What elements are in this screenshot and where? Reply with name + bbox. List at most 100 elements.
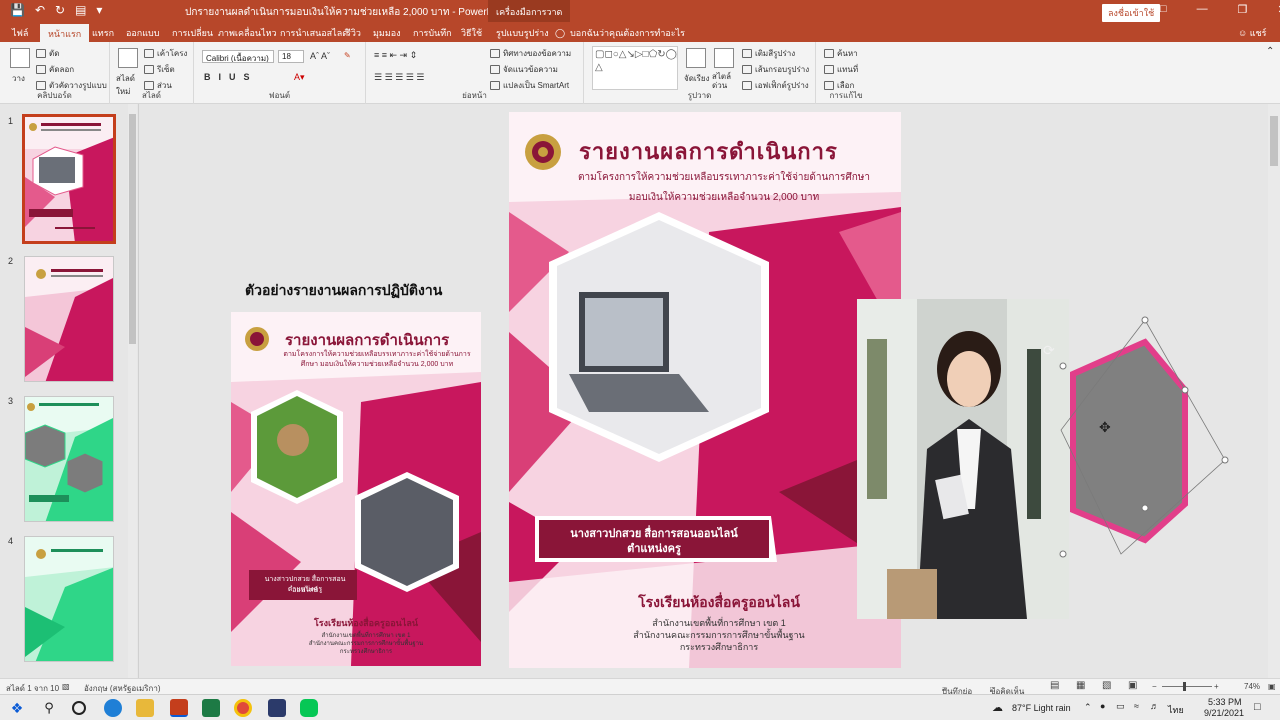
tab-view[interactable]: มุมมอง	[373, 26, 401, 40]
canvas-scroll-thumb[interactable]	[1270, 116, 1278, 166]
shape-outline-button[interactable]: เส้นกรอบรูปร่าง	[742, 63, 809, 76]
tab-design[interactable]: ออกแบบ	[126, 26, 160, 40]
quick-styles-label[interactable]: สไตล์ด่วน	[712, 72, 738, 90]
align-text-button[interactable]: จัดแนวข้อความ	[490, 63, 558, 76]
weather-text[interactable]: 87°F Light rain	[1012, 703, 1071, 713]
collapse-ribbon-icon[interactable]: ⌃	[1266, 46, 1274, 57]
new-slide-icon[interactable]	[118, 48, 138, 68]
microphone-icon[interactable]: ●	[1100, 701, 1105, 711]
sign-in-button[interactable]: ลงชื่อเข้าใช้	[1102, 4, 1161, 22]
maximize-icon[interactable]: ❐	[1238, 3, 1248, 16]
slide-thumbnail-1[interactable]	[22, 114, 116, 244]
zoom-level[interactable]: 74%	[1244, 682, 1260, 691]
tab-file[interactable]: ไฟล์	[12, 26, 28, 40]
canvas-scrollbar[interactable]	[1268, 104, 1280, 678]
rotate-handle-icon[interactable]: ⟳	[1043, 342, 1055, 359]
tab-review[interactable]: รีวิว	[346, 26, 361, 40]
tab-help[interactable]: วิธีใช้	[461, 26, 482, 40]
excel-icon[interactable]	[202, 699, 220, 717]
task-view-icon[interactable]	[72, 701, 86, 715]
main-title: รายงานผลการดำเนินการ	[579, 139, 838, 164]
thumbnail-scroll-thumb[interactable]	[129, 114, 136, 344]
save-icon[interactable]: 💾	[10, 3, 25, 17]
minimize-icon[interactable]: —	[1197, 3, 1208, 16]
cut-button[interactable]: ตัด	[36, 47, 59, 60]
find-button[interactable]: ค้นหา	[824, 47, 858, 60]
shapes-gallery[interactable]: ▢◻○△↘▷□⬠↻◯▶➔☆{}△	[592, 46, 678, 90]
slide-editing-canvas[interactable]: ตัวอย่างรายงานผลการปฏิบัติงาน รายงานผลกา…	[139, 104, 1268, 678]
app-icon[interactable]	[268, 699, 286, 717]
clock-time[interactable]: 5:33 PM	[1208, 697, 1242, 707]
spellcheck-icon[interactable]: ▧	[62, 682, 70, 691]
font-color-icon[interactable]: A▾	[294, 72, 305, 83]
zoom-out-button[interactable]: −	[1152, 682, 1157, 691]
file-explorer-icon[interactable]	[136, 699, 154, 717]
zoom-slider[interactable]	[1162, 686, 1212, 687]
selected-hexagon-shape[interactable]: ✥	[1039, 304, 1239, 564]
example-cover-image[interactable]: รายงานผลการดำเนินการ ตามโครงการให้ความช่…	[231, 312, 481, 666]
font-style-buttons[interactable]: BIUS	[204, 72, 258, 82]
align-buttons[interactable]: ☰ ☰ ☰ ☰ ☰	[374, 72, 424, 83]
text-direction-button[interactable]: ทิศทางของข้อความ	[490, 47, 571, 60]
slide-thumbnail-4[interactable]	[24, 536, 114, 662]
powerpoint-taskbar-icon[interactable]	[170, 699, 188, 717]
arrange-icon[interactable]	[686, 48, 706, 68]
view-normal-icon[interactable]: ▤	[1050, 680, 1059, 691]
clear-formatting-icon[interactable]: ✎	[344, 51, 351, 60]
volume-icon[interactable]: ♬	[1150, 701, 1159, 711]
notifications-icon[interactable]: □	[1254, 701, 1261, 713]
thumbnail-1-art	[25, 117, 113, 241]
start-icon[interactable]: ❖	[8, 699, 26, 717]
view-sorter-icon[interactable]: ▦	[1076, 680, 1085, 691]
person-icon: ☺	[1238, 28, 1248, 38]
font-size-combo[interactable]: 18	[278, 50, 304, 63]
grow-shrink-font-icon[interactable]: Aˆ Aˇ	[310, 51, 330, 61]
slide-thumbnail-2[interactable]	[24, 256, 114, 382]
tab-insert[interactable]: แทรก	[92, 26, 114, 40]
tab-home[interactable]: หน้าแรก	[40, 24, 90, 42]
tab-recording[interactable]: การบันทึก	[413, 26, 452, 40]
line-icon[interactable]	[300, 699, 318, 717]
present-icon[interactable]: ▤	[75, 3, 86, 17]
wifi-icon[interactable]: ≈	[1134, 701, 1139, 711]
font-name-combo[interactable]: Calibri (เนื้อความ)	[202, 50, 274, 63]
search-taskbar-icon[interactable]: ⚲	[40, 699, 58, 717]
quick-styles-icon[interactable]	[714, 48, 734, 68]
battery-icon[interactable]: ▭	[1116, 701, 1125, 712]
shape-fill-button[interactable]: เติมสีรูปร่าง	[742, 47, 795, 60]
layout-button[interactable]: เค้าโครง	[144, 47, 187, 60]
lightbulb-icon: ◯	[555, 28, 566, 38]
clock-date[interactable]: 9/21/2021	[1204, 708, 1244, 718]
tab-animations[interactable]: ภาพเคลื่อนไหว	[218, 26, 277, 40]
thumbnail-scrollbar[interactable]	[128, 104, 137, 678]
arrange-label[interactable]: จัดเรียง	[684, 72, 710, 85]
replace-button[interactable]: แทนที่	[824, 63, 858, 76]
zoom-slider-thumb[interactable]	[1183, 682, 1186, 691]
reset-button[interactable]: รีเซ็ต	[144, 63, 175, 76]
tab-transitions[interactable]: การเปลี่ยน	[172, 26, 213, 40]
edge-icon[interactable]	[104, 699, 122, 717]
list-buttons[interactable]: ≡ ≡ ⇤ ⇥ ⇕	[374, 50, 417, 61]
copy-button[interactable]: คัดลอก	[36, 63, 74, 76]
paste-icon[interactable]	[10, 48, 30, 68]
view-reading-icon[interactable]: ▧	[1102, 680, 1111, 691]
tell-me-search[interactable]: ◯ บอกฉันว่าคุณต้องการทำอะไร	[555, 26, 685, 40]
example-heading[interactable]: ตัวอย่างรายงานผลการปฏิบัติงาน	[245, 280, 442, 302]
customize-qat-icon[interactable]: ▾	[96, 3, 102, 17]
slide-thumbnail-3[interactable]	[24, 396, 114, 522]
input-language[interactable]: ไทย	[1168, 703, 1184, 717]
ribbon-display-icon[interactable]: □	[1160, 3, 1167, 16]
paste-label[interactable]: วาง	[12, 72, 25, 85]
undo-icon[interactable]: ↶	[35, 3, 45, 17]
tab-shape-format[interactable]: รูปแบบรูปร่าง	[496, 26, 549, 40]
zoom-in-button[interactable]: +	[1214, 682, 1219, 691]
chrome-icon[interactable]	[234, 699, 252, 717]
tray-expand-icon[interactable]: ⌃	[1084, 702, 1092, 713]
tab-slideshow[interactable]: การนำเสนอสไลด์	[280, 26, 348, 40]
redo-icon[interactable]: ↻	[55, 3, 65, 17]
share-button[interactable]: ☺ แชร์	[1238, 26, 1266, 40]
teacher-photo[interactable]	[857, 299, 1069, 619]
fit-slide-icon[interactable]: ▣	[1268, 682, 1276, 691]
main-slide[interactable]: รายงานผลการดำเนินการ ตามโครงการให้ความช่…	[509, 112, 901, 668]
view-slideshow-icon[interactable]: ▣	[1128, 680, 1137, 691]
